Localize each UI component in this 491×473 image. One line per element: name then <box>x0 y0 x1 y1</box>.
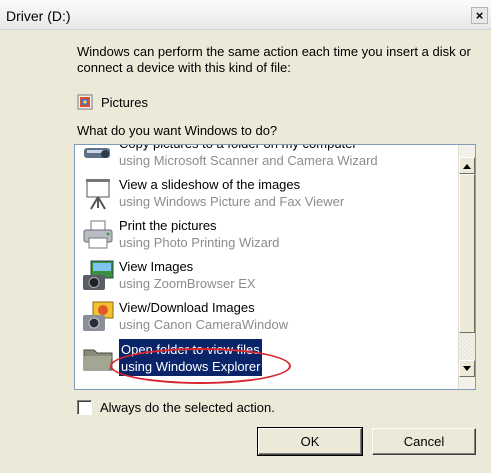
question-label: What do you want Windows to do? <box>77 123 278 138</box>
folder-icon <box>79 339 117 377</box>
action-subtitle: using Photo Printing Wizard <box>119 235 280 250</box>
action-title: Print the pictures <box>119 218 217 233</box>
description-text: Windows can perform the same action each… <box>77 44 471 75</box>
action-title: Copy pictures to a folder on my computer <box>119 145 378 152</box>
camerawindow-icon <box>79 298 117 336</box>
scroll-down-button[interactable] <box>459 360 475 377</box>
list-item[interactable]: View/Download Images using Canon CameraW… <box>75 297 459 338</box>
pictures-icon <box>77 94 93 110</box>
action-title: Open folder to view files <box>121 342 260 357</box>
title-bar: Driver (D:) × <box>0 0 491 30</box>
scroll-thumb[interactable] <box>459 174 475 333</box>
action-subtitle: using Windows Picture and Fax Viewer <box>119 194 345 209</box>
list-scrollbar[interactable] <box>458 145 475 389</box>
list-item[interactable]: Copy pictures to a folder on my computer… <box>75 145 459 174</box>
list-item[interactable]: View a slideshow of the images using Win… <box>75 174 459 215</box>
action-listbox[interactable]: Copy pictures to a folder on my computer… <box>74 144 476 390</box>
cancel-button[interactable]: Cancel <box>372 428 476 455</box>
action-subtitle: using ZoomBrowser EX <box>119 276 256 291</box>
action-title: View a slideshow of the images <box>119 177 301 192</box>
action-title: View/Download Images <box>119 300 255 315</box>
close-button[interactable]: × <box>471 7 488 24</box>
action-subtitle: using Canon CameraWindow <box>119 317 289 332</box>
always-do-label: Always do the selected action. <box>100 400 275 415</box>
printer-icon <box>79 216 117 254</box>
always-do-checkbox-row[interactable]: Always do the selected action. <box>77 400 275 415</box>
arrow-up-icon <box>463 163 471 169</box>
arrow-down-icon <box>463 365 471 371</box>
ok-button[interactable]: OK <box>257 427 363 456</box>
content-type-label: Pictures <box>101 94 148 110</box>
list-item[interactable]: Open folder to view files using Windows … <box>75 338 459 379</box>
slideshow-projector-icon <box>79 175 117 213</box>
window-title: Driver (D:) <box>6 8 71 24</box>
action-subtitle: using Windows Explorer <box>121 359 261 374</box>
content-type: Pictures <box>77 93 148 111</box>
action-subtitle: using Microsoft Scanner and Camera Wizar… <box>119 153 378 168</box>
list-item[interactable]: Print the pictures using Photo Printing … <box>75 215 459 256</box>
scroll-up-button[interactable] <box>459 157 475 174</box>
action-title: View Images <box>119 259 194 274</box>
zoombrowser-icon <box>79 257 117 295</box>
always-do-checkbox[interactable] <box>77 400 92 415</box>
list-item[interactable]: View Images using ZoomBrowser EX <box>75 256 459 297</box>
scanner-camera-icon <box>79 145 117 172</box>
